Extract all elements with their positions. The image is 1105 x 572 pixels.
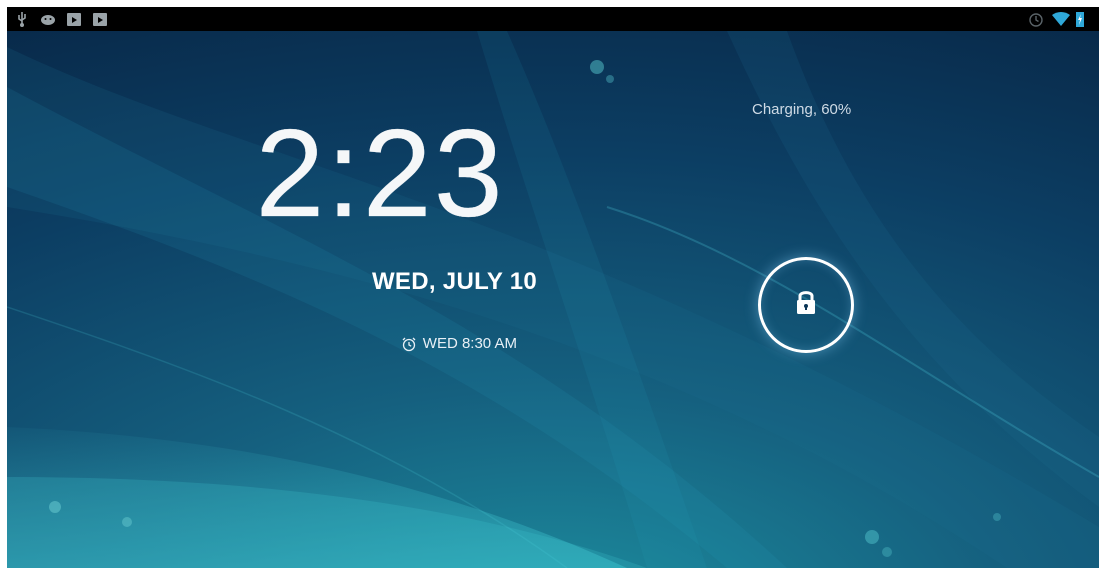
media-icon — [65, 10, 83, 28]
lockscreen-clock: 2:23 — [255, 105, 505, 243]
android-debug-icon — [39, 10, 57, 28]
wifi-icon — [1051, 10, 1070, 28]
charging-status: Charging, 60% — [752, 101, 852, 118]
lockscreen: 2:23 WED, JULY 10 WED 8:30 AM Charging, … — [7, 7, 1099, 568]
battery-charging-icon — [1075, 10, 1093, 28]
usb-icon — [13, 10, 31, 28]
alarm-clock-icon — [401, 336, 417, 352]
status-bar-notifications — [13, 9, 109, 29]
alarm-icon — [1027, 10, 1045, 28]
lock-icon — [797, 291, 815, 314]
lockscreen-date: WED, JULY 10 — [371, 268, 537, 295]
next-alarm: WED 8:30 AM — [367, 335, 517, 352]
status-bar-system — [1027, 9, 1093, 29]
media-icon — [91, 10, 109, 28]
next-alarm-label: WED 8:30 AM — [422, 335, 517, 352]
wallpaper — [7, 7, 1099, 568]
status-bar — [7, 7, 1099, 31]
unlock-handle[interactable] — [758, 257, 854, 353]
